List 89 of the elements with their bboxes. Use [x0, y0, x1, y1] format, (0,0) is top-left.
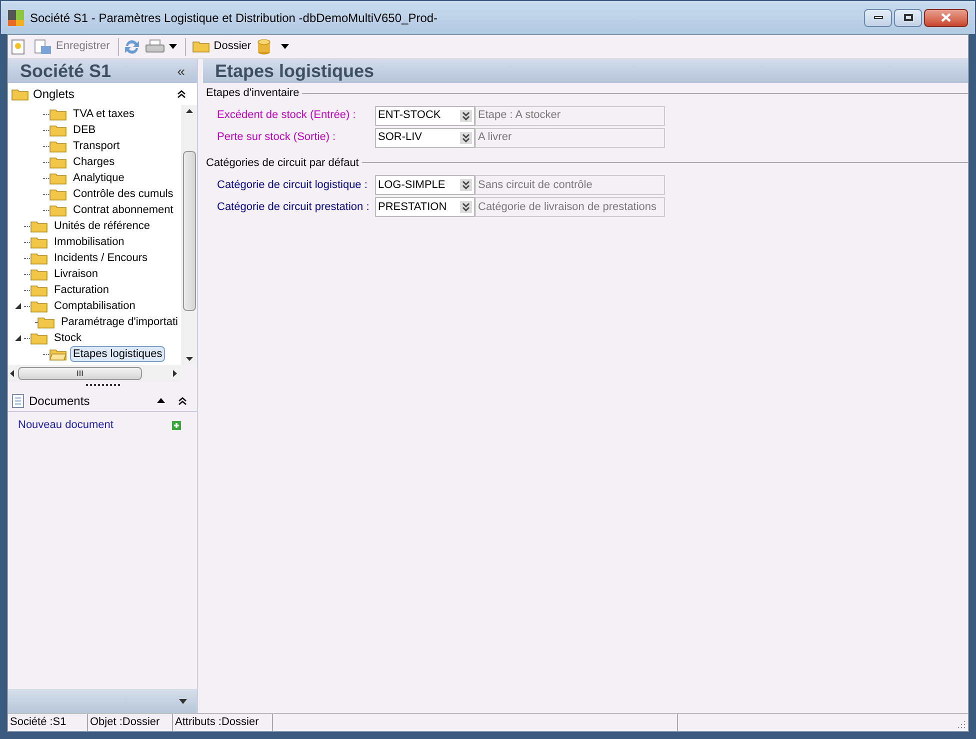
folder-icon	[11, 88, 29, 100]
folder-icon	[30, 300, 48, 312]
scroll-left-icon[interactable]	[10, 370, 14, 377]
horizontal-scrollbar[interactable]: III	[18, 367, 142, 380]
folder-icon	[30, 284, 48, 296]
double-chevron-icon[interactable]	[460, 179, 472, 191]
double-chevron-icon[interactable]	[460, 201, 472, 213]
app-logo-icon	[8, 10, 24, 26]
folder-icon	[49, 156, 67, 168]
combo-box[interactable]: PRESTATION	[375, 197, 475, 217]
tree-item[interactable]: Immobilisation	[51, 234, 128, 250]
combo-box[interactable]: ENT-STOCK	[375, 106, 475, 126]
save-button[interactable]: Enregistrer	[30, 38, 114, 55]
scroll-down-icon[interactable]	[186, 357, 192, 361]
sidebar-title: Société S1	[20, 60, 112, 82]
folder-icon	[30, 236, 48, 248]
status-bar-item: Société :S1	[8, 714, 88, 731]
open-folder-icon	[49, 348, 67, 360]
close-icon[interactable]	[941, 13, 951, 22]
field-label: Catégorie de circuit prestation :	[217, 200, 370, 215]
folder-icon	[49, 204, 67, 216]
folder-icon	[49, 140, 67, 152]
folder-icon	[30, 220, 48, 232]
dropdown-arrow-icon[interactable]	[168, 44, 177, 49]
close-button[interactable]	[924, 8, 968, 26]
tree-item[interactable]: Stock	[51, 330, 85, 346]
group-title: Etapes d'inventaire	[205, 86, 300, 101]
folder-icon	[36, 316, 55, 328]
tree-item[interactable]: Incidents / Encours	[51, 250, 151, 266]
collapse-button[interactable]: «	[177, 60, 185, 82]
combo-box[interactable]: SOR-LIV	[375, 128, 475, 148]
folder-icon	[192, 40, 210, 53]
description-field: Catégorie de livraison de prestations	[475, 197, 665, 217]
add-icon[interactable]	[172, 420, 181, 430]
tree-item[interactable]: Comptabilisation	[51, 298, 138, 314]
scroll-right-icon[interactable]	[173, 370, 177, 377]
folder-icon	[49, 172, 67, 184]
tree-item[interactable]: Livraison	[51, 266, 102, 282]
status-bar-item: Attributs :Dossier	[173, 714, 273, 731]
save-icon[interactable]	[34, 38, 52, 54]
folder-icon	[30, 332, 48, 344]
collapse-chevron-icon[interactable]	[177, 90, 186, 98]
new-document-icon[interactable]	[10, 38, 26, 54]
tree-item[interactable]: Transport	[70, 138, 123, 154]
group-title: Catégories de circuit par défaut	[205, 156, 360, 170]
folder-icon	[30, 252, 48, 264]
field-label: Excédent de stock (Entrée) :	[217, 108, 357, 124]
tree-item[interactable]: Contrat abonnement	[70, 202, 176, 218]
tree-item[interactable]: Contrôle des cumuls	[70, 186, 176, 202]
tree-item[interactable]: Paramétrage d'importati	[58, 314, 181, 330]
double-chevron-icon[interactable]	[460, 110, 472, 122]
tree-item[interactable]: Facturation	[51, 282, 112, 298]
field-label: Perte sur stock (Sortie) :	[217, 130, 337, 146]
new-document-link[interactable]: Nouveau document	[18, 417, 114, 434]
tree-item[interactable]: Etapes logistiques	[70, 346, 166, 362]
field-label: Catégorie de circuit logistique :	[217, 178, 368, 193]
description-field: Sans circuit de contrôle	[475, 175, 665, 195]
minimize-button[interactable]	[864, 8, 892, 26]
folder-icon	[49, 108, 67, 120]
description-field: A livrer	[475, 128, 665, 148]
expand-arrow-icon[interactable]	[15, 335, 21, 341]
page-title: Etapes logistiques	[215, 60, 374, 83]
tree-item[interactable]: TVA et taxes	[70, 106, 138, 122]
double-chevron-icon[interactable]	[460, 132, 472, 144]
section-title: Onglets	[33, 86, 74, 103]
tree-item[interactable]: Charges	[70, 154, 118, 170]
status-bar-item: Objet :Dossier	[88, 714, 173, 731]
dropdown-arrow-icon[interactable]	[281, 44, 290, 49]
window-title: Société S1 - Paramètres Logistique et Distribution -dbDemoMultiV650_Prod-	[30, 10, 438, 26]
document-icon	[12, 394, 24, 408]
tree-item[interactable]: Unités de référence	[51, 218, 153, 234]
vertical-scrollbar[interactable]	[181, 105, 197, 365]
expand-arrow-icon[interactable]	[15, 303, 21, 309]
caret-up-icon[interactable]	[157, 398, 165, 403]
section-title: Documents	[29, 392, 90, 410]
folder-button[interactable]: Dossier	[190, 38, 254, 55]
scroll-up-icon[interactable]	[186, 109, 192, 113]
combo-box[interactable]: LOG-SIMPLE	[375, 175, 475, 195]
dropdown-arrow-icon[interactable]	[179, 698, 187, 704]
description-field: Etape : A stocker	[475, 106, 665, 126]
tree-item[interactable]: Analytique	[70, 170, 128, 186]
folder-icon	[49, 124, 67, 136]
maximize-button[interactable]	[894, 8, 922, 26]
refresh-icon[interactable]	[122, 38, 141, 54]
folder-icon	[49, 188, 67, 200]
tree-item[interactable]: DEB	[70, 122, 99, 138]
collapse-chevron-icon[interactable]	[178, 396, 187, 404]
resize-grip-icon[interactable]	[956, 719, 966, 729]
folder-icon	[30, 268, 48, 280]
